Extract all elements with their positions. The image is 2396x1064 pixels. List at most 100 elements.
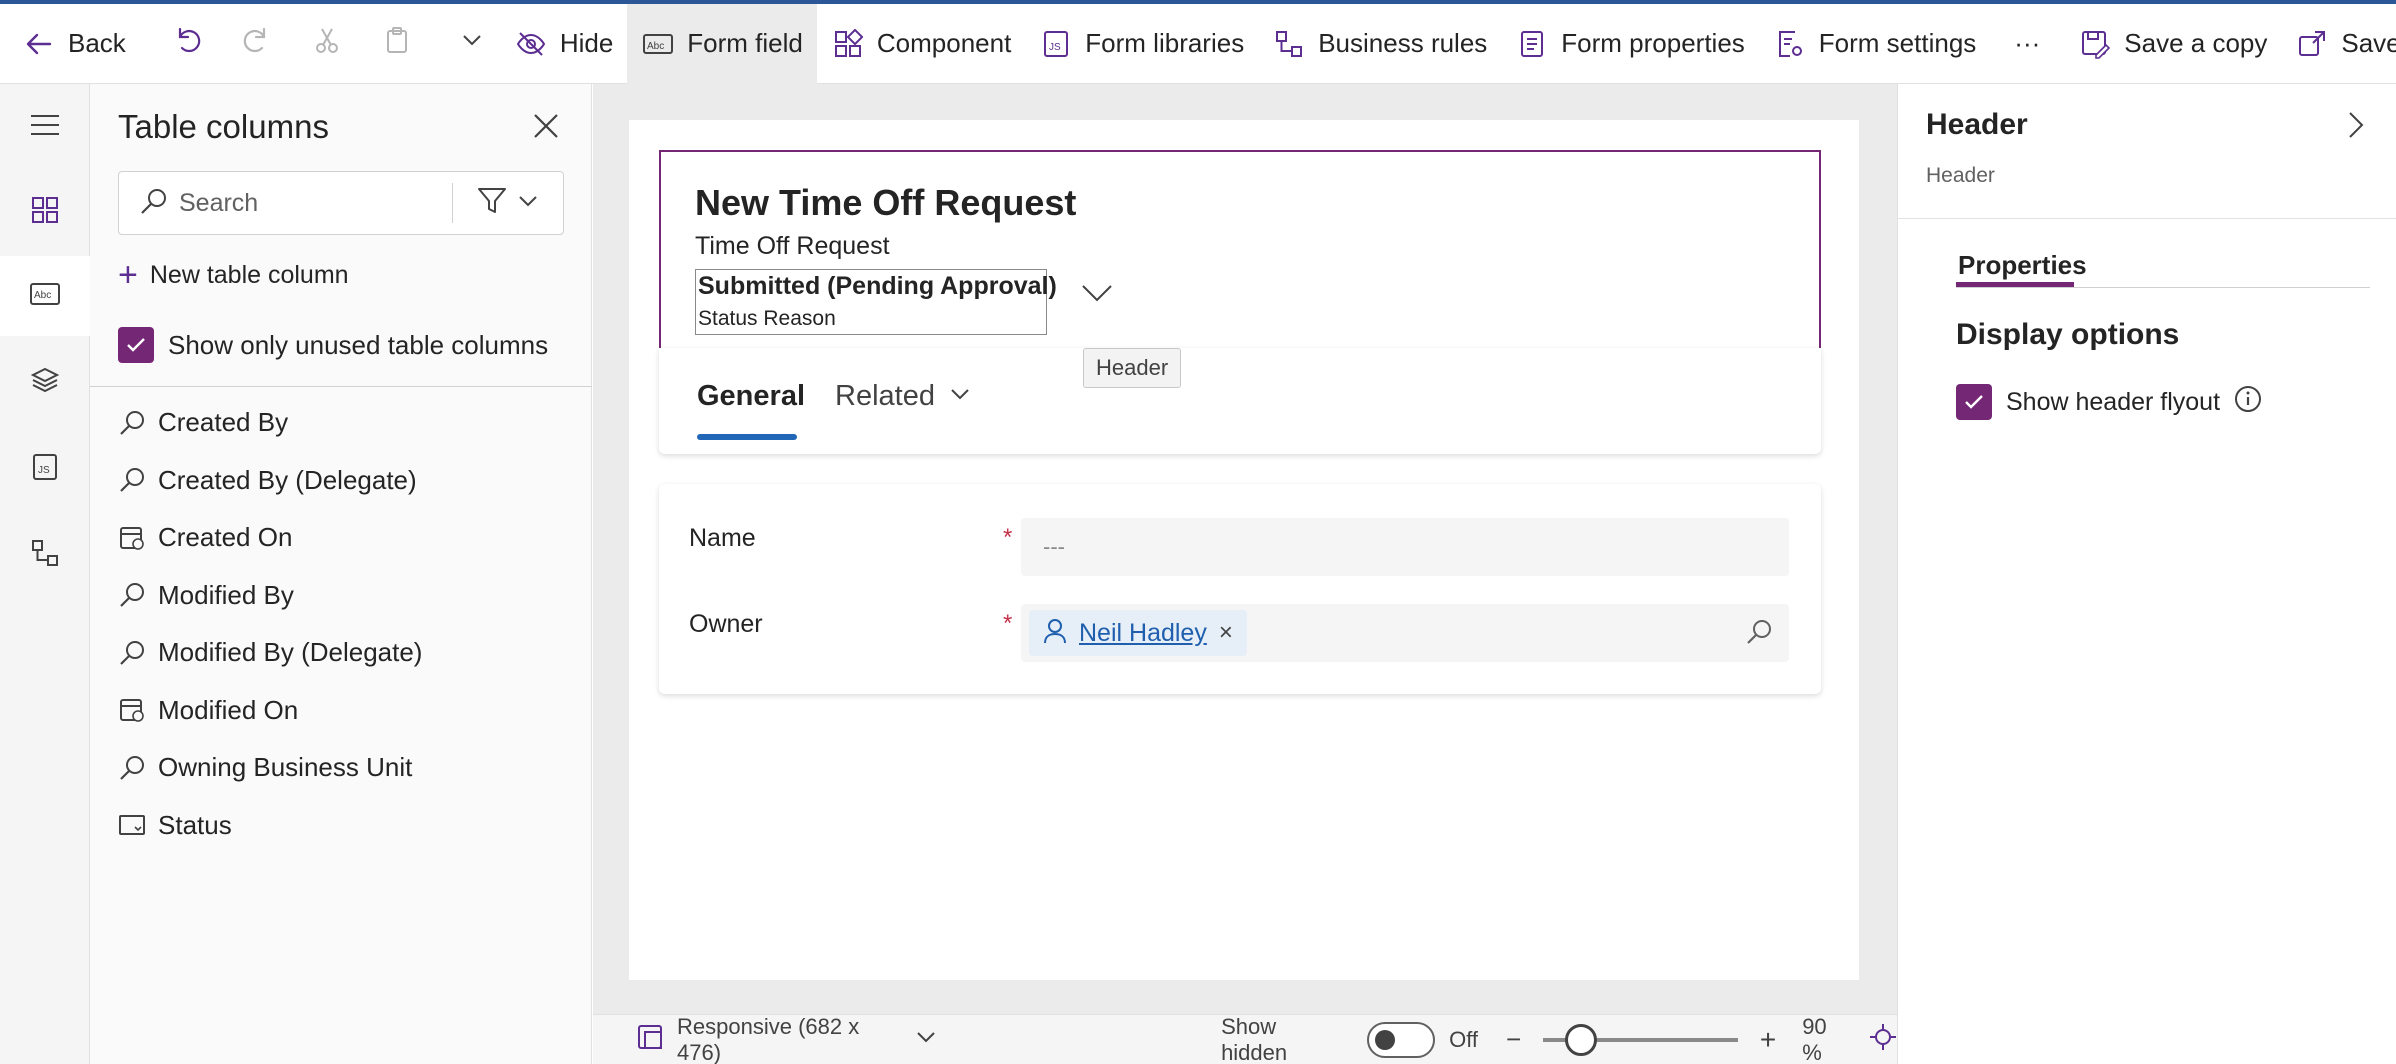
show-hidden-label: Show hidden <box>1221 1013 1288 1064</box>
properties-panel: Header Header Properties Display options… <box>1897 84 2396 1064</box>
zoom-in-button[interactable]: + <box>1760 1024 1776 1056</box>
display-options-heading: Display options <box>1956 318 2180 351</box>
show-hidden-toggle[interactable] <box>1366 1021 1436 1058</box>
document-list-icon <box>1515 27 1549 61</box>
plus-icon: + <box>118 256 138 294</box>
rail-components-button[interactable] <box>0 172 90 252</box>
business-rules-button[interactable]: Business rules <box>1258 4 1501 84</box>
rail-tree-view-button[interactable] <box>0 342 90 422</box>
show-header-flyout-checkbox[interactable]: Show header flyout <box>1956 384 2262 420</box>
form-field-label: Form field <box>687 28 803 58</box>
redo-icon <box>242 25 272 62</box>
undo-button[interactable] <box>152 4 222 84</box>
form-properties-button[interactable]: Form properties <box>1501 4 1759 84</box>
search-input[interactable]: Search <box>179 189 452 218</box>
form-settings-button[interactable]: Form settings <box>1759 4 1991 84</box>
rail-business-rules-button[interactable] <box>0 515 90 595</box>
save-copy-button[interactable]: Save a copy <box>2064 4 2281 84</box>
table-columns-panel: Table columns Search + New table column … <box>90 84 592 1064</box>
cut-button[interactable] <box>292 4 362 84</box>
lookup-icon <box>118 581 158 609</box>
svg-text:JS: JS <box>38 465 50 476</box>
rail-table-columns-button[interactable]: Abc <box>0 256 90 336</box>
tab-baseline <box>1956 287 2370 288</box>
scissors-icon <box>312 25 342 62</box>
form-properties-label: Form properties <box>1561 28 1745 58</box>
search-icon[interactable] <box>1745 618 1773 651</box>
redo-button[interactable] <box>222 4 292 84</box>
form-tabs: General Related <box>659 348 1821 454</box>
info-icon[interactable] <box>2234 385 2262 420</box>
owner-link[interactable]: Neil Hadley <box>1079 619 1207 648</box>
form-header[interactable]: New Time Off Request Time Off Request Su… <box>659 150 1821 350</box>
svg-text:JS: JS <box>1049 42 1061 53</box>
column-item-label: Created On <box>158 522 293 553</box>
column-item-created-by-delegate[interactable]: Created By (Delegate) <box>118 452 422 510</box>
column-item-created-by[interactable]: Created By <box>118 394 422 452</box>
form-libraries-button[interactable]: JS Form libraries <box>1025 4 1258 84</box>
filter-button[interactable] <box>453 187 563 220</box>
option-set-icon <box>118 811 158 839</box>
chevron-down-icon <box>949 380 971 413</box>
column-search-box[interactable]: Search <box>118 171 564 235</box>
status-bar: Responsive (682 x 476) Show hidden Off −… <box>593 1014 1897 1064</box>
hide-button[interactable]: Hide <box>500 4 627 84</box>
save-copy-label: Save a copy <box>2124 28 2268 58</box>
status-reason-field[interactable]: Submitted (Pending Approval) Status Reas… <box>695 269 1057 335</box>
column-item-modified-by-delegate[interactable]: Modified By (Delegate) <box>118 624 422 682</box>
zoom-out-button[interactable]: − <box>1506 1024 1521 1055</box>
new-table-column-button[interactable]: + New table column <box>118 256 349 295</box>
zoom-level: 90 % <box>1802 1013 1827 1064</box>
js-file-icon: JS <box>30 452 60 487</box>
fit-to-screen-button[interactable] <box>1869 1023 1897 1057</box>
save-publish-icon <box>2295 27 2329 61</box>
zoom-slider[interactable] <box>1543 1023 1738 1056</box>
header-flyout-button[interactable] <box>1081 282 1113 309</box>
eye-off-icon <box>514 27 548 61</box>
zoom-slider-thumb[interactable] <box>1565 1023 1598 1056</box>
tab-related[interactable]: Related <box>835 380 971 413</box>
show-unused-checkbox[interactable]: Show only unused table columns <box>118 327 548 363</box>
more-clipboard-dropdown[interactable] <box>444 4 500 84</box>
column-item-modified-on[interactable]: Modified On <box>118 682 422 740</box>
layout-selector[interactable]: Responsive (682 x 476) <box>637 1014 937 1064</box>
tab-properties[interactable]: Properties <box>1958 250 2087 281</box>
hamburger-icon <box>30 113 60 142</box>
new-column-label: New table column <box>149 261 349 289</box>
chevron-down-icon <box>915 1026 937 1054</box>
properties-subtitle: Header <box>1926 164 1995 187</box>
more-label: ··· <box>2014 28 2041 58</box>
name-input[interactable]: --- <box>1021 518 1789 576</box>
fit-icon <box>1869 1023 1897 1056</box>
required-indicator: * <box>1003 524 1013 551</box>
paste-button[interactable] <box>362 4 432 84</box>
column-item-owning-business-unit[interactable]: Owning Business Unit <box>118 739 422 797</box>
component-button[interactable]: Component <box>817 4 1025 84</box>
selected-tab-indicator <box>697 434 797 440</box>
form-libraries-label: Form libraries <box>1085 28 1245 58</box>
owner-lookup-input[interactable]: Neil Hadley × <box>1021 604 1789 662</box>
form-title: New Time Off Request <box>695 182 1077 223</box>
save-publish-button[interactable]: Save and pu <box>2281 4 2396 84</box>
search-icon <box>139 186 179 221</box>
tab-general[interactable]: General <box>697 380 805 413</box>
collapse-menu-button[interactable] <box>0 87 90 167</box>
clipboard-icon <box>382 25 412 62</box>
close-panel-button[interactable] <box>526 108 566 148</box>
more-commands-button[interactable]: ··· <box>1990 4 2064 84</box>
column-item-status[interactable]: Status <box>118 797 422 855</box>
column-item-created-on[interactable]: Created On <box>118 509 422 567</box>
collapse-properties-button[interactable] <box>2344 110 2368 145</box>
arrow-left-icon <box>22 27 56 61</box>
flow-icon <box>1272 27 1306 61</box>
toggle-state-label: Off <box>1449 1026 1479 1052</box>
left-rail: Abc JS <box>0 84 90 1064</box>
form-field-button[interactable]: Abc Form field <box>627 3 817 84</box>
command-bar: Back Hide Abc Form field Component JS Fo… <box>0 3 2396 84</box>
back-button[interactable]: Back <box>0 4 140 84</box>
column-item-modified-by[interactable]: Modified By <box>118 567 422 625</box>
chevron-down-icon <box>517 190 539 217</box>
remove-owner-button[interactable]: × <box>1219 619 1233 647</box>
column-item-label: Created By (Delegate) <box>158 464 417 495</box>
rail-form-libraries-button[interactable]: JS <box>0 429 90 509</box>
